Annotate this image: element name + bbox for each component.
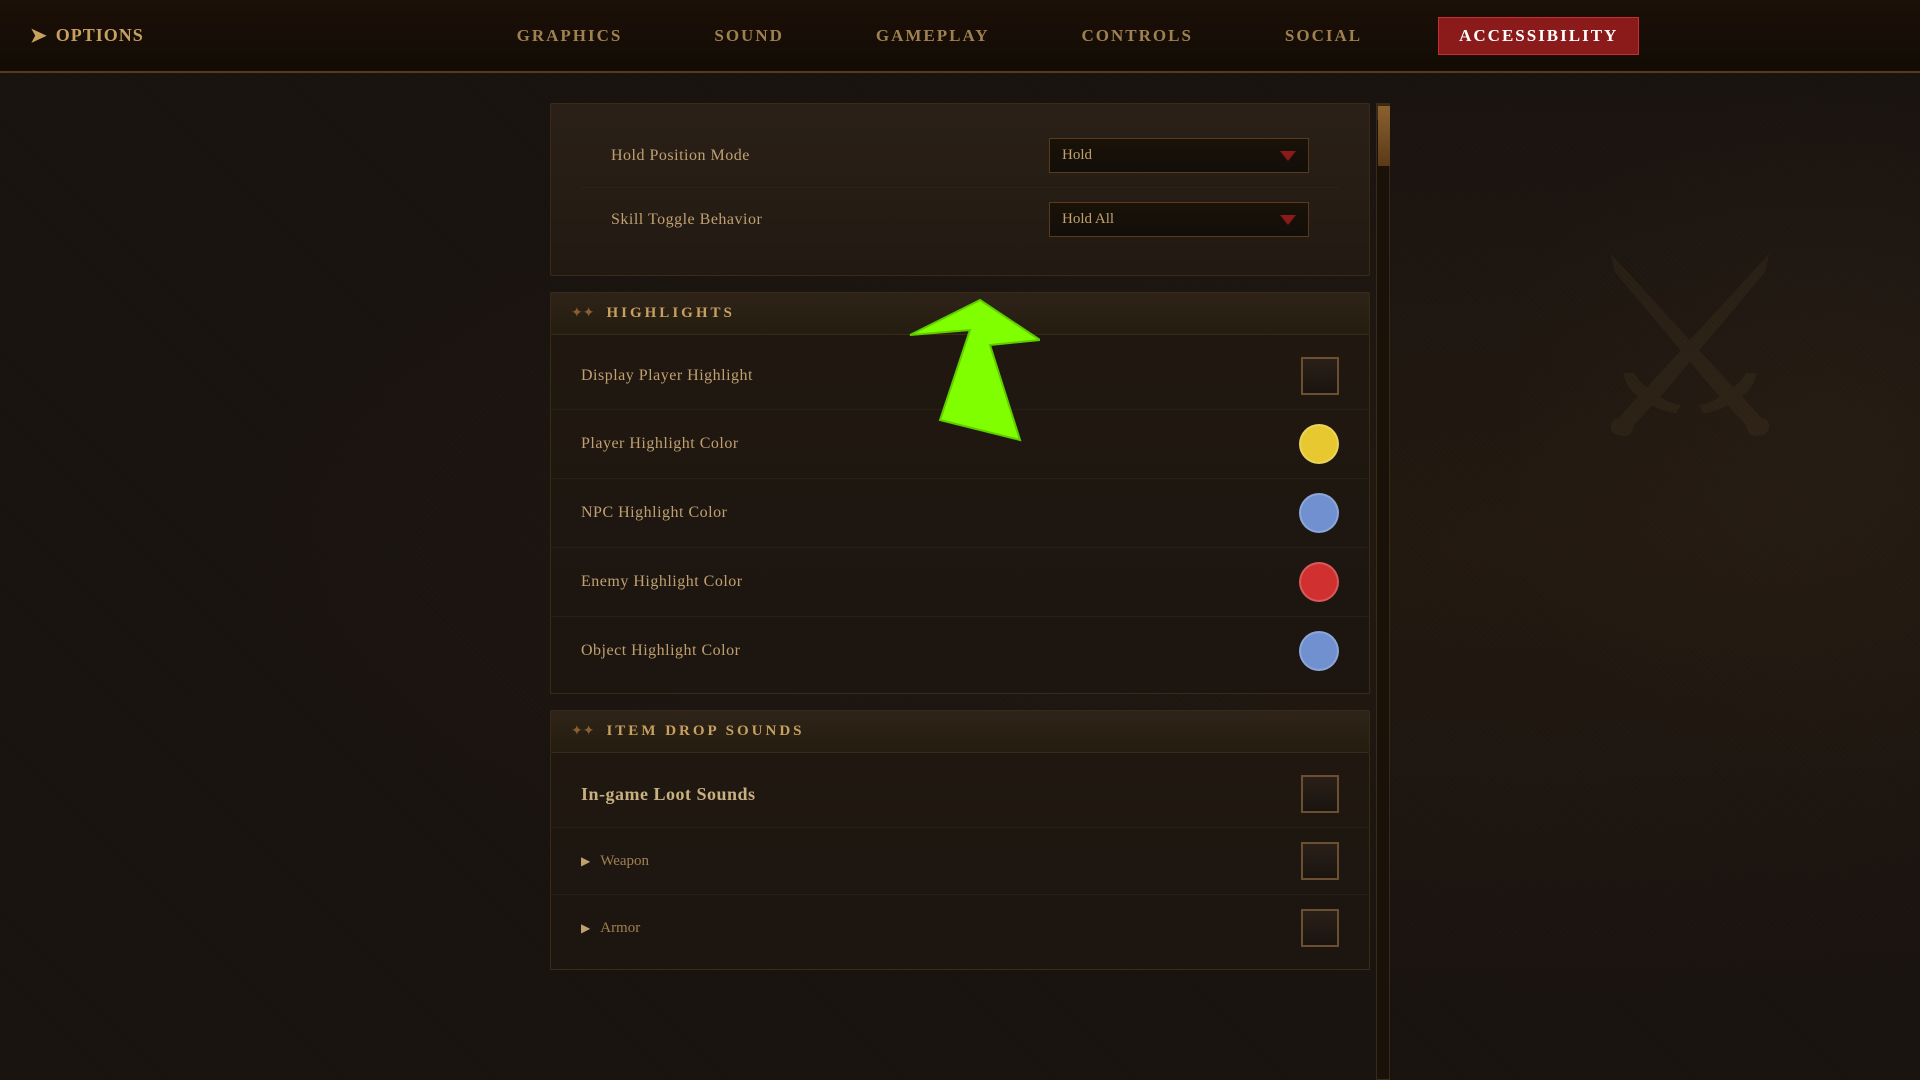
object-highlight-color-swatch[interactable]	[1299, 631, 1339, 671]
tab-sound[interactable]: SOUND	[698, 18, 800, 54]
player-highlight-color-row: Player Highlight Color	[551, 410, 1369, 479]
highlights-container: ✦✦ HIGHLIGHTS Display Player Highlight P…	[550, 292, 1370, 694]
item-drop-sounds-body: In-game Loot Sounds ▶ Weapon ▶ Armor	[550, 753, 1370, 970]
main-content: ▲ Hold Position Mode Hold Skill Toggle B…	[180, 73, 1740, 1080]
display-player-highlight-row: Display Player Highlight	[551, 343, 1369, 410]
tab-social[interactable]: SOCIAL	[1269, 18, 1378, 54]
item-drop-sounds-title: ITEM DROP SOUNDS	[606, 723, 804, 740]
nav-tabs: GRAPHICS SOUND GAMEPLAY CONTROLS SOCIAL …	[220, 17, 1920, 55]
skill-toggle-behavior-row: Skill Toggle Behavior Hold All	[581, 188, 1339, 251]
options-label[interactable]: ➤ OPTIONS	[0, 23, 220, 48]
options-title: OPTIONS	[56, 25, 144, 46]
hold-position-mode-row: Hold Position Mode Hold	[581, 124, 1339, 188]
weapon-checkbox[interactable]	[1301, 842, 1339, 880]
skill-toggle-behavior-value: Hold All	[1062, 211, 1114, 228]
hold-position-mode-dropdown[interactable]: Hold	[1049, 138, 1309, 173]
tab-controls[interactable]: CONTROLS	[1066, 18, 1209, 54]
display-player-highlight-checkbox[interactable]	[1301, 357, 1339, 395]
highlights-section-icon: ✦✦	[571, 305, 594, 322]
weapon-label-wrap: ▶ Weapon	[581, 853, 649, 870]
dropdown-arrow-icon	[1280, 151, 1296, 161]
armor-label: Armor	[600, 920, 640, 937]
player-highlight-color-label: Player Highlight Color	[581, 435, 739, 453]
armor-row[interactable]: ▶ Armor	[551, 895, 1369, 961]
top-section: Hold Position Mode Hold Skill Toggle Beh…	[550, 103, 1370, 276]
scrollbar-track[interactable]: ▲	[1376, 103, 1390, 1080]
ingame-loot-sounds-row: In-game Loot Sounds	[551, 761, 1369, 828]
highlights-section-body: Display Player Highlight Player Highligh…	[550, 335, 1370, 694]
skill-toggle-behavior-label: Skill Toggle Behavior	[611, 211, 762, 229]
armor-collapse-arrow-icon: ▶	[581, 921, 590, 936]
armor-label-wrap: ▶ Armor	[581, 920, 640, 937]
tab-graphics[interactable]: GRAPHICS	[501, 18, 639, 54]
hold-position-mode-value: Hold	[1062, 147, 1092, 164]
weapon-collapse-arrow-icon: ▶	[581, 854, 590, 869]
ingame-loot-sounds-checkbox[interactable]	[1301, 775, 1339, 813]
enemy-highlight-color-label: Enemy Highlight Color	[581, 573, 743, 591]
dropdown-arrow-icon-2	[1280, 215, 1296, 225]
object-highlight-color-label: Object Highlight Color	[581, 642, 740, 660]
hold-position-mode-label: Hold Position Mode	[611, 147, 750, 165]
nav-bar: ➤ OPTIONS GRAPHICS SOUND GAMEPLAY CONTRO…	[0, 0, 1920, 73]
skill-toggle-behavior-dropdown[interactable]: Hold All	[1049, 202, 1309, 237]
nav-arrow-icon: ➤	[30, 23, 48, 48]
scrollbar-thumb[interactable]	[1378, 106, 1390, 166]
ingame-loot-sounds-label: In-game Loot Sounds	[581, 784, 756, 805]
item-drop-sounds-icon: ✦✦	[571, 723, 594, 740]
highlights-section-header: ✦✦ HIGHLIGHTS	[550, 292, 1370, 335]
settings-panel: ▲ Hold Position Mode Hold Skill Toggle B…	[550, 103, 1370, 1080]
npc-highlight-color-row: NPC Highlight Color	[551, 479, 1369, 548]
armor-checkbox[interactable]	[1301, 909, 1339, 947]
object-highlight-color-row: Object Highlight Color	[551, 617, 1369, 685]
tab-accessibility[interactable]: ACCESSIBILITY	[1438, 17, 1639, 55]
highlights-section-title: HIGHLIGHTS	[606, 305, 734, 322]
display-player-highlight-label: Display Player Highlight	[581, 367, 753, 385]
player-highlight-color-swatch[interactable]	[1299, 424, 1339, 464]
tab-gameplay[interactable]: GAMEPLAY	[860, 18, 1006, 54]
item-drop-sounds-container: ✦✦ ITEM DROP SOUNDS In-game Loot Sounds …	[550, 710, 1370, 970]
npc-highlight-color-swatch[interactable]	[1299, 493, 1339, 533]
weapon-label: Weapon	[600, 853, 649, 870]
enemy-highlight-color-swatch[interactable]	[1299, 562, 1339, 602]
npc-highlight-color-label: NPC Highlight Color	[581, 504, 727, 522]
enemy-highlight-color-row: Enemy Highlight Color	[551, 548, 1369, 617]
item-drop-sounds-header: ✦✦ ITEM DROP SOUNDS	[550, 710, 1370, 753]
weapon-row[interactable]: ▶ Weapon	[551, 828, 1369, 895]
